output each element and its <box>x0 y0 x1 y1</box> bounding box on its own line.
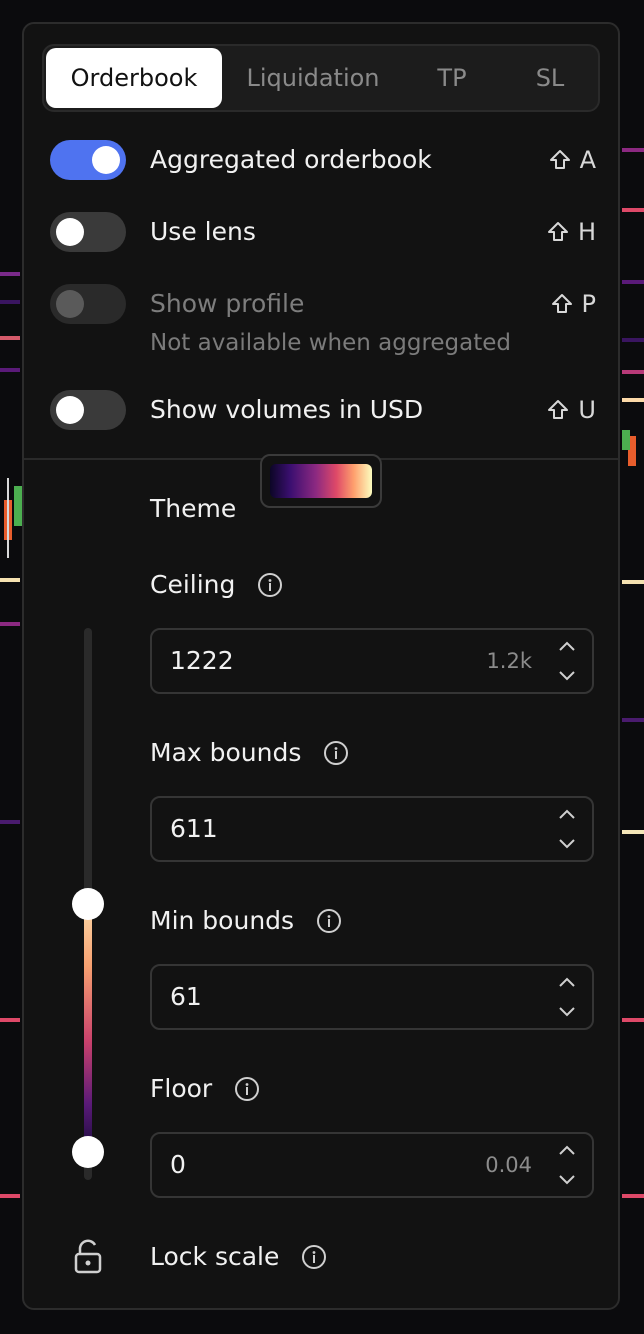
max-bounds-input[interactable]: 611 <box>150 796 594 862</box>
min-bounds-stepper <box>556 972 578 1022</box>
chevron-up-icon[interactable] <box>556 1140 578 1160</box>
show-profile-subtext: Not available when aggregated <box>150 330 512 356</box>
ceiling-value: 1222 <box>170 646 234 675</box>
shortcut-lens: H <box>546 212 596 252</box>
use-lens-row: Use lens H <box>24 212 622 256</box>
theme-selector[interactable] <box>260 454 382 508</box>
floor-label: Floor <box>150 1074 260 1103</box>
show-volumes-usd-toggle[interactable] <box>50 390 126 430</box>
range-slider-lower-thumb[interactable] <box>72 1136 104 1168</box>
shift-icon <box>546 220 570 244</box>
max-bounds-stepper <box>556 804 578 854</box>
ceiling-hint: 1.2k <box>486 649 532 673</box>
theme-label: Theme <box>150 494 236 523</box>
chevron-up-icon[interactable] <box>556 636 578 656</box>
lock-scale-label-text: Lock scale <box>150 1242 280 1271</box>
theme-label-text: Theme <box>150 494 237 523</box>
ceiling-label: Ceiling <box>150 570 283 599</box>
chevron-up-icon[interactable] <box>556 804 578 824</box>
tab-tp[interactable]: TP <box>404 48 500 108</box>
show-profile-toggle[interactable] <box>50 284 126 324</box>
shortcut-usd: U <box>546 390 596 430</box>
toggle-knob <box>56 290 84 318</box>
show-profile-label: Show profile <box>150 289 305 318</box>
shortcut-key: H <box>577 218 596 246</box>
chevron-down-icon[interactable] <box>556 1170 578 1190</box>
shift-icon <box>548 148 572 172</box>
max-bounds-label-text: Max bounds <box>150 738 302 767</box>
tab-bar: Orderbook Liquidation TP SL <box>42 44 600 112</box>
max-bounds-label: Max bounds <box>150 738 349 767</box>
chevron-down-icon[interactable] <box>556 666 578 686</box>
theme-gradient-preview <box>270 464 372 498</box>
shortcut-key: P <box>581 290 596 318</box>
show-profile-row: Show profile Not available when aggregat… <box>24 284 622 364</box>
min-bounds-label-text: Min bounds <box>150 906 295 935</box>
toggle-knob <box>56 396 84 424</box>
shortcut-key: A <box>579 146 596 174</box>
floor-stepper <box>556 1140 578 1190</box>
aggregated-orderbook-toggle[interactable] <box>50 140 126 180</box>
ceiling-label-text: Ceiling <box>150 570 236 599</box>
orderbook-settings-panel: Orderbook Liquidation TP SL Aggregated o… <box>22 22 620 1310</box>
min-bounds-label: Min bounds <box>150 906 342 935</box>
show-volumes-usd-label: Show volumes in USD <box>150 395 424 424</box>
chevron-up-icon[interactable] <box>556 972 578 992</box>
floor-input[interactable]: 0 0.04 <box>150 1132 594 1198</box>
range-slider-upper-thumb[interactable] <box>72 888 104 920</box>
use-lens-toggle[interactable] <box>50 212 126 252</box>
info-icon[interactable] <box>316 908 342 934</box>
range-slider-fill <box>84 904 92 1154</box>
ceiling-stepper <box>556 636 578 686</box>
show-volumes-usd-row: Show volumes in USD U <box>24 390 622 434</box>
info-icon[interactable] <box>301 1244 327 1270</box>
ceiling-input[interactable]: 1222 1.2k <box>150 628 594 694</box>
info-icon[interactable] <box>234 1076 260 1102</box>
tab-liquidation[interactable]: Liquidation <box>228 48 398 108</box>
toggle-knob <box>92 146 120 174</box>
shift-icon <box>550 292 574 316</box>
use-lens-label: Use lens <box>150 217 256 246</box>
min-bounds-input[interactable]: 61 <box>150 964 594 1030</box>
info-icon[interactable] <box>323 740 349 766</box>
toggle-knob <box>56 218 84 246</box>
tab-orderbook[interactable]: Orderbook <box>46 48 222 108</box>
floor-hint: 0.04 <box>485 1153 532 1177</box>
max-bounds-value: 611 <box>170 814 218 843</box>
aggregated-orderbook-row: Aggregated orderbook A <box>24 140 622 184</box>
floor-value: 0 <box>170 1150 186 1179</box>
min-bounds-value: 61 <box>170 982 202 1011</box>
lock-scale-label: Lock scale <box>150 1242 327 1271</box>
aggregated-orderbook-label: Aggregated orderbook <box>150 145 432 174</box>
shortcut-profile: P <box>550 284 596 324</box>
floor-label-text: Floor <box>150 1074 213 1103</box>
tab-sl[interactable]: SL <box>504 48 596 108</box>
info-icon[interactable] <box>257 572 283 598</box>
shortcut-aggregated: A <box>548 140 596 180</box>
shortcut-key: U <box>578 396 596 424</box>
chevron-down-icon[interactable] <box>556 1002 578 1022</box>
shift-icon <box>546 398 570 422</box>
chevron-down-icon[interactable] <box>556 834 578 854</box>
lock-open-icon[interactable] <box>72 1238 104 1278</box>
